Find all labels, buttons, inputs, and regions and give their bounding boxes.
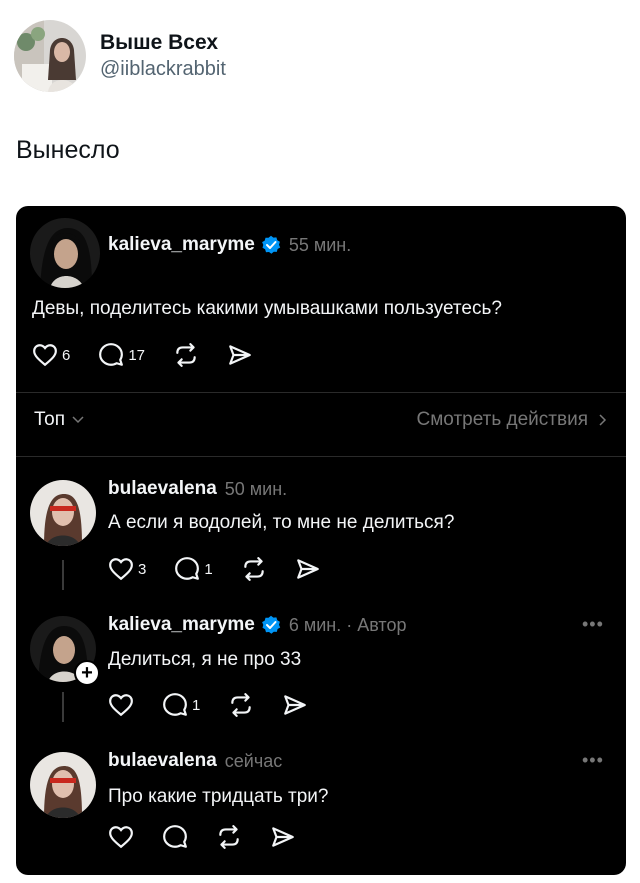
reply-text: А если я водолей, то мне не делиться?: [108, 512, 455, 533]
post-text: Девы, поделитесь какими умывашками польз…: [32, 298, 502, 319]
comment-icon: [163, 693, 187, 716]
reply-actions: 1: [108, 692, 336, 718]
like-button[interactable]: [108, 692, 134, 718]
reply-time: 6 мин. · Автор: [288, 614, 407, 635]
reply-author[interactable]: kalieva_maryme 6 мин. · Автор: [108, 614, 406, 636]
reply-username[interactable]: bulaevalena: [108, 478, 217, 500]
share-button[interactable]: [282, 692, 308, 718]
thread-line: [62, 692, 64, 722]
reply-time: 50 мин.: [224, 478, 288, 499]
reply-count: 1: [204, 560, 213, 578]
reply-text: Делиться, я не про 33: [108, 649, 302, 670]
share-button[interactable]: [295, 556, 321, 582]
reply-author[interactable]: bulaevalena сейчас: [108, 750, 282, 772]
divider: [16, 392, 626, 393]
reply-username[interactable]: bulaevalena: [108, 750, 217, 772]
heart-icon: [109, 694, 133, 716]
reply-count: 1: [192, 696, 201, 714]
reply-time: сейчас: [224, 750, 283, 771]
share-icon: [272, 827, 294, 847]
more-options-icon[interactable]: •••: [582, 614, 604, 635]
thread-line: [62, 560, 64, 590]
repost-button[interactable]: [228, 692, 254, 718]
heart-icon: [109, 826, 133, 848]
threads-screenshot: kalieva_maryme 55 мин. Девы, поделитесь …: [16, 206, 626, 875]
sort-label: Топ: [34, 409, 65, 430]
reply-text: Про какие тридцать три?: [108, 786, 329, 807]
reply-button[interactable]: 1: [174, 556, 213, 582]
more-options-icon[interactable]: •••: [582, 750, 604, 771]
view-actions-link[interactable]: Смотреть действия: [417, 409, 610, 431]
reply-author[interactable]: bulaevalena 50 мин.: [108, 478, 287, 500]
heart-icon: [109, 558, 133, 580]
reply-button[interactable]: 17: [98, 342, 145, 368]
reply-button[interactable]: [162, 824, 188, 850]
repost-icon: [243, 557, 264, 581]
like-button[interactable]: 3: [108, 556, 146, 582]
verified-badge-icon: [260, 615, 281, 635]
chevron-down-icon: [72, 416, 84, 423]
share-icon: [296, 559, 319, 579]
reply-actions: [108, 824, 324, 850]
reply-count: 17: [128, 346, 146, 364]
verified-badge-icon: [260, 235, 281, 255]
author-handle[interactable]: @iiblackrabbit: [100, 56, 226, 82]
post-time: 55 мин.: [288, 234, 352, 255]
comment-icon: [163, 825, 187, 848]
post-actions: 6 17: [32, 342, 281, 368]
sort-bar: Топ Смотреть действия: [34, 409, 610, 431]
like-button[interactable]: 6: [32, 342, 70, 368]
reply-avatar[interactable]: [30, 480, 96, 546]
share-button[interactable]: [227, 342, 253, 368]
comment-icon: [175, 557, 200, 580]
reply-username[interactable]: kalieva_maryme: [108, 614, 255, 636]
like-count: 6: [62, 346, 71, 364]
repost-icon: [231, 693, 252, 717]
reply-avatar[interactable]: [30, 752, 96, 818]
heart-icon: [33, 344, 57, 366]
view-actions-label: Смотреть действия: [416, 409, 588, 430]
repost-icon: [219, 825, 239, 849]
share-button[interactable]: [270, 824, 296, 850]
author-display-name[interactable]: Выше Всех: [100, 30, 226, 56]
share-icon: [284, 695, 307, 715]
comment-icon: [99, 343, 124, 366]
repost-button[interactable]: [241, 556, 267, 582]
repost-button[interactable]: [173, 342, 199, 368]
like-button[interactable]: [108, 824, 134, 850]
post-username[interactable]: kalieva_maryme: [108, 234, 255, 256]
reply-actions: 3 1: [108, 556, 349, 582]
like-count: 3: [138, 560, 147, 578]
tweet-author[interactable]: Выше Всех @iiblackrabbit: [14, 20, 226, 92]
chevron-right-icon: [599, 414, 606, 426]
tweet-text: Вынесло: [16, 136, 120, 164]
sort-dropdown[interactable]: Топ: [34, 409, 85, 431]
reply-button[interactable]: 1: [162, 692, 200, 718]
post-author[interactable]: kalieva_maryme 55 мин.: [108, 234, 351, 256]
author-avatar[interactable]: [14, 20, 86, 92]
share-icon: [229, 345, 251, 365]
repost-icon: [176, 343, 196, 367]
divider: [16, 456, 626, 457]
repost-button[interactable]: [216, 824, 242, 850]
post-avatar[interactable]: [30, 218, 100, 288]
follow-plus-icon[interactable]: +: [74, 660, 100, 686]
